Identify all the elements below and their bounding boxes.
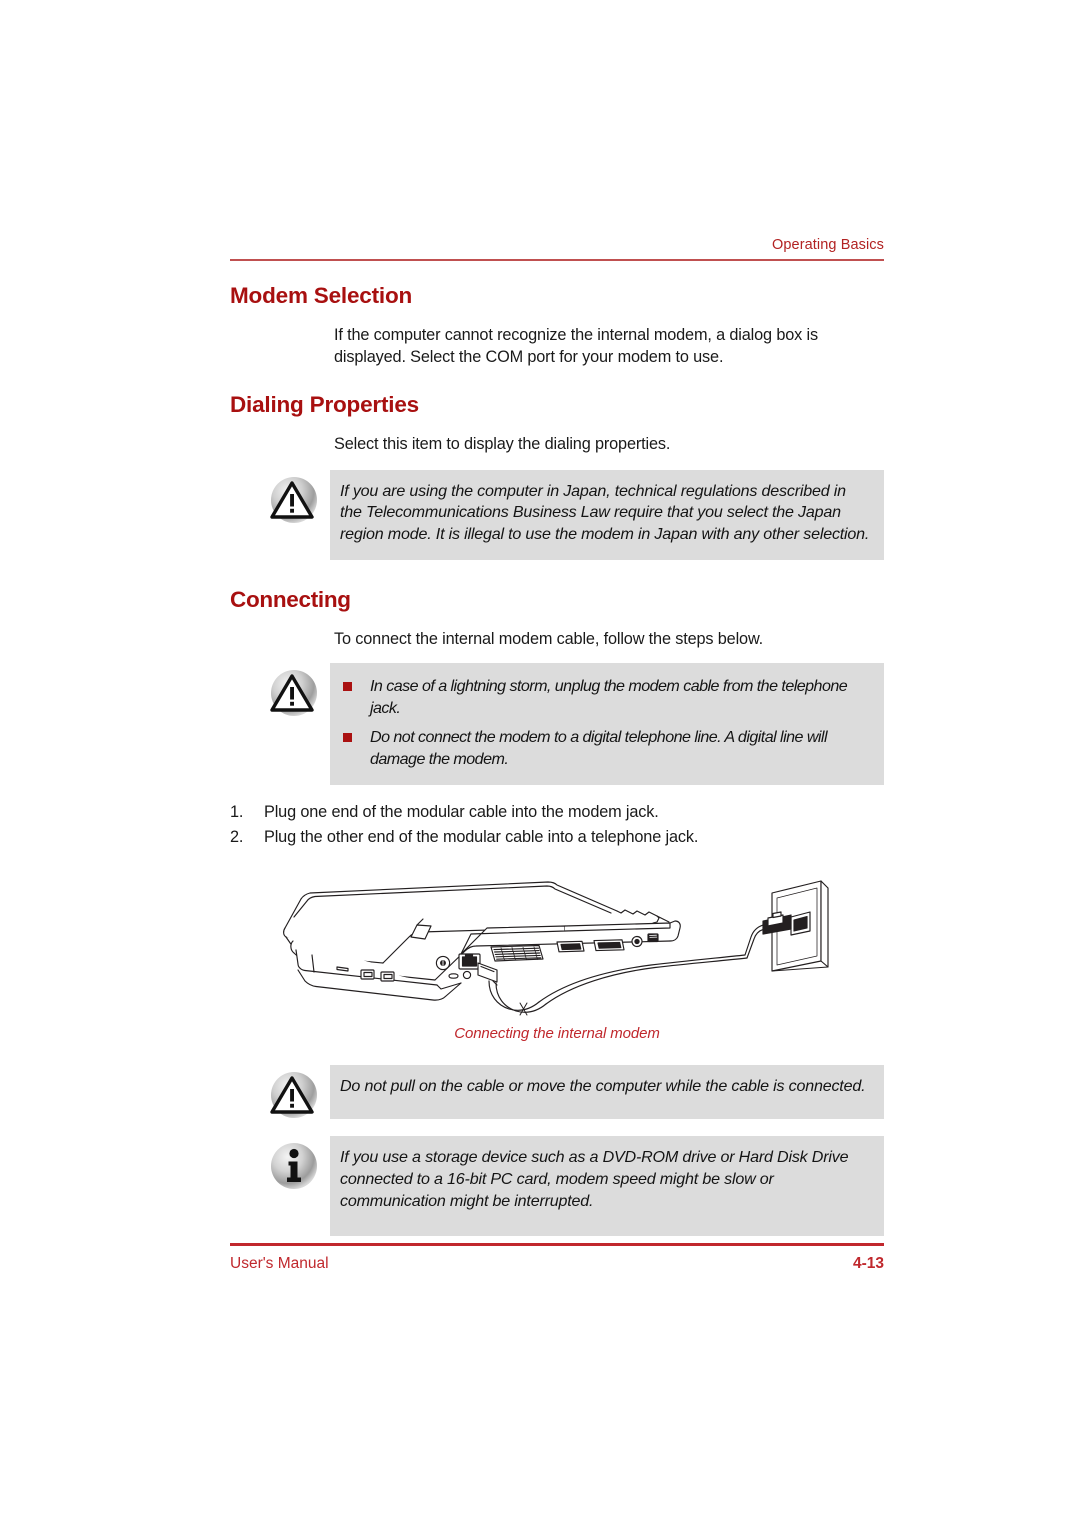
list-item: In case of a lightning storm, unplug the…	[340, 676, 870, 719]
page-footer: User's Manual 4-13	[230, 1243, 884, 1273]
step-number: 1.	[230, 803, 244, 822]
bullet-square-icon	[343, 682, 352, 692]
list-item: 1. Plug one end of the modular cable int…	[230, 802, 884, 824]
numbered-steps-list: 1. Plug one end of the modular cable int…	[230, 802, 884, 848]
caution-box-lightning-digital-line: In case of a lightning storm, unplug the…	[270, 663, 884, 786]
header-divider	[230, 258, 884, 261]
caution-text-do-not-pull-cable: Do not pull on the cable or move the com…	[340, 1076, 866, 1095]
footer-manual-label: User's Manual	[230, 1254, 329, 1272]
heading-dialing-properties: Dialing Properties	[230, 392, 419, 418]
note-box-storage-device-speed: If you use a storage device such as a DV…	[271, 1136, 884, 1237]
manual-page: Operating Basics Modem Selection If the …	[0, 0, 1080, 1528]
caution-bullet-text: In case of a lightning storm, unplug the…	[370, 677, 848, 717]
running-header: Operating Basics	[230, 237, 884, 261]
warning-triangle-icon	[268, 667, 320, 719]
page-content: Modem Selection If the computer cannot r…	[230, 283, 884, 1237]
list-item: Do not connect the modem to a digital te…	[340, 727, 870, 770]
laptop-modem-illustration	[283, 880, 829, 1016]
footer-page-number: 4-13	[852, 1254, 884, 1272]
caution-text-japan-regulations: If you are using the computer in Japan, …	[340, 481, 870, 544]
warning-triangle-icon	[268, 1069, 320, 1121]
footer-divider	[230, 1243, 884, 1246]
list-item: 2. Plug the other end of the modular cab…	[230, 827, 884, 849]
note-text-storage-device-speed: If you use a storage device such as a DV…	[340, 1148, 849, 1210]
heading-connecting: Connecting	[230, 586, 351, 612]
paragraph-modem-selection: If the computer cannot recognize the int…	[334, 325, 818, 366]
step-text: Plug the other end of the modular cable …	[264, 828, 699, 847]
step-number: 2.	[230, 828, 244, 847]
warning-triangle-icon	[268, 474, 320, 526]
figure-caption: Connecting the internal modem	[454, 1024, 660, 1042]
info-icon	[268, 1140, 320, 1192]
step-text: Plug one end of the modular cable into t…	[264, 803, 659, 822]
caution-box-japan-regulations: If you are using the computer in Japan, …	[270, 469, 884, 560]
paragraph-connecting: To connect the internal modem cable, fol…	[334, 629, 764, 648]
running-header-text: Operating Basics	[771, 237, 884, 253]
caution-bullet-list: In case of a lightning storm, unplug the…	[340, 676, 870, 770]
heading-modem-selection: Modem Selection	[230, 283, 413, 308]
bullet-square-icon	[343, 733, 352, 743]
figure-connecting-internal-modem: Connecting the internal modem	[230, 871, 884, 1042]
caution-box-do-not-pull-cable: Do not pull on the cable or move the com…	[270, 1064, 884, 1120]
caution-bullet-text: Do not connect the modem to a digital te…	[370, 728, 828, 768]
paragraph-dialing-properties: Select this item to display the dialing …	[334, 435, 671, 454]
